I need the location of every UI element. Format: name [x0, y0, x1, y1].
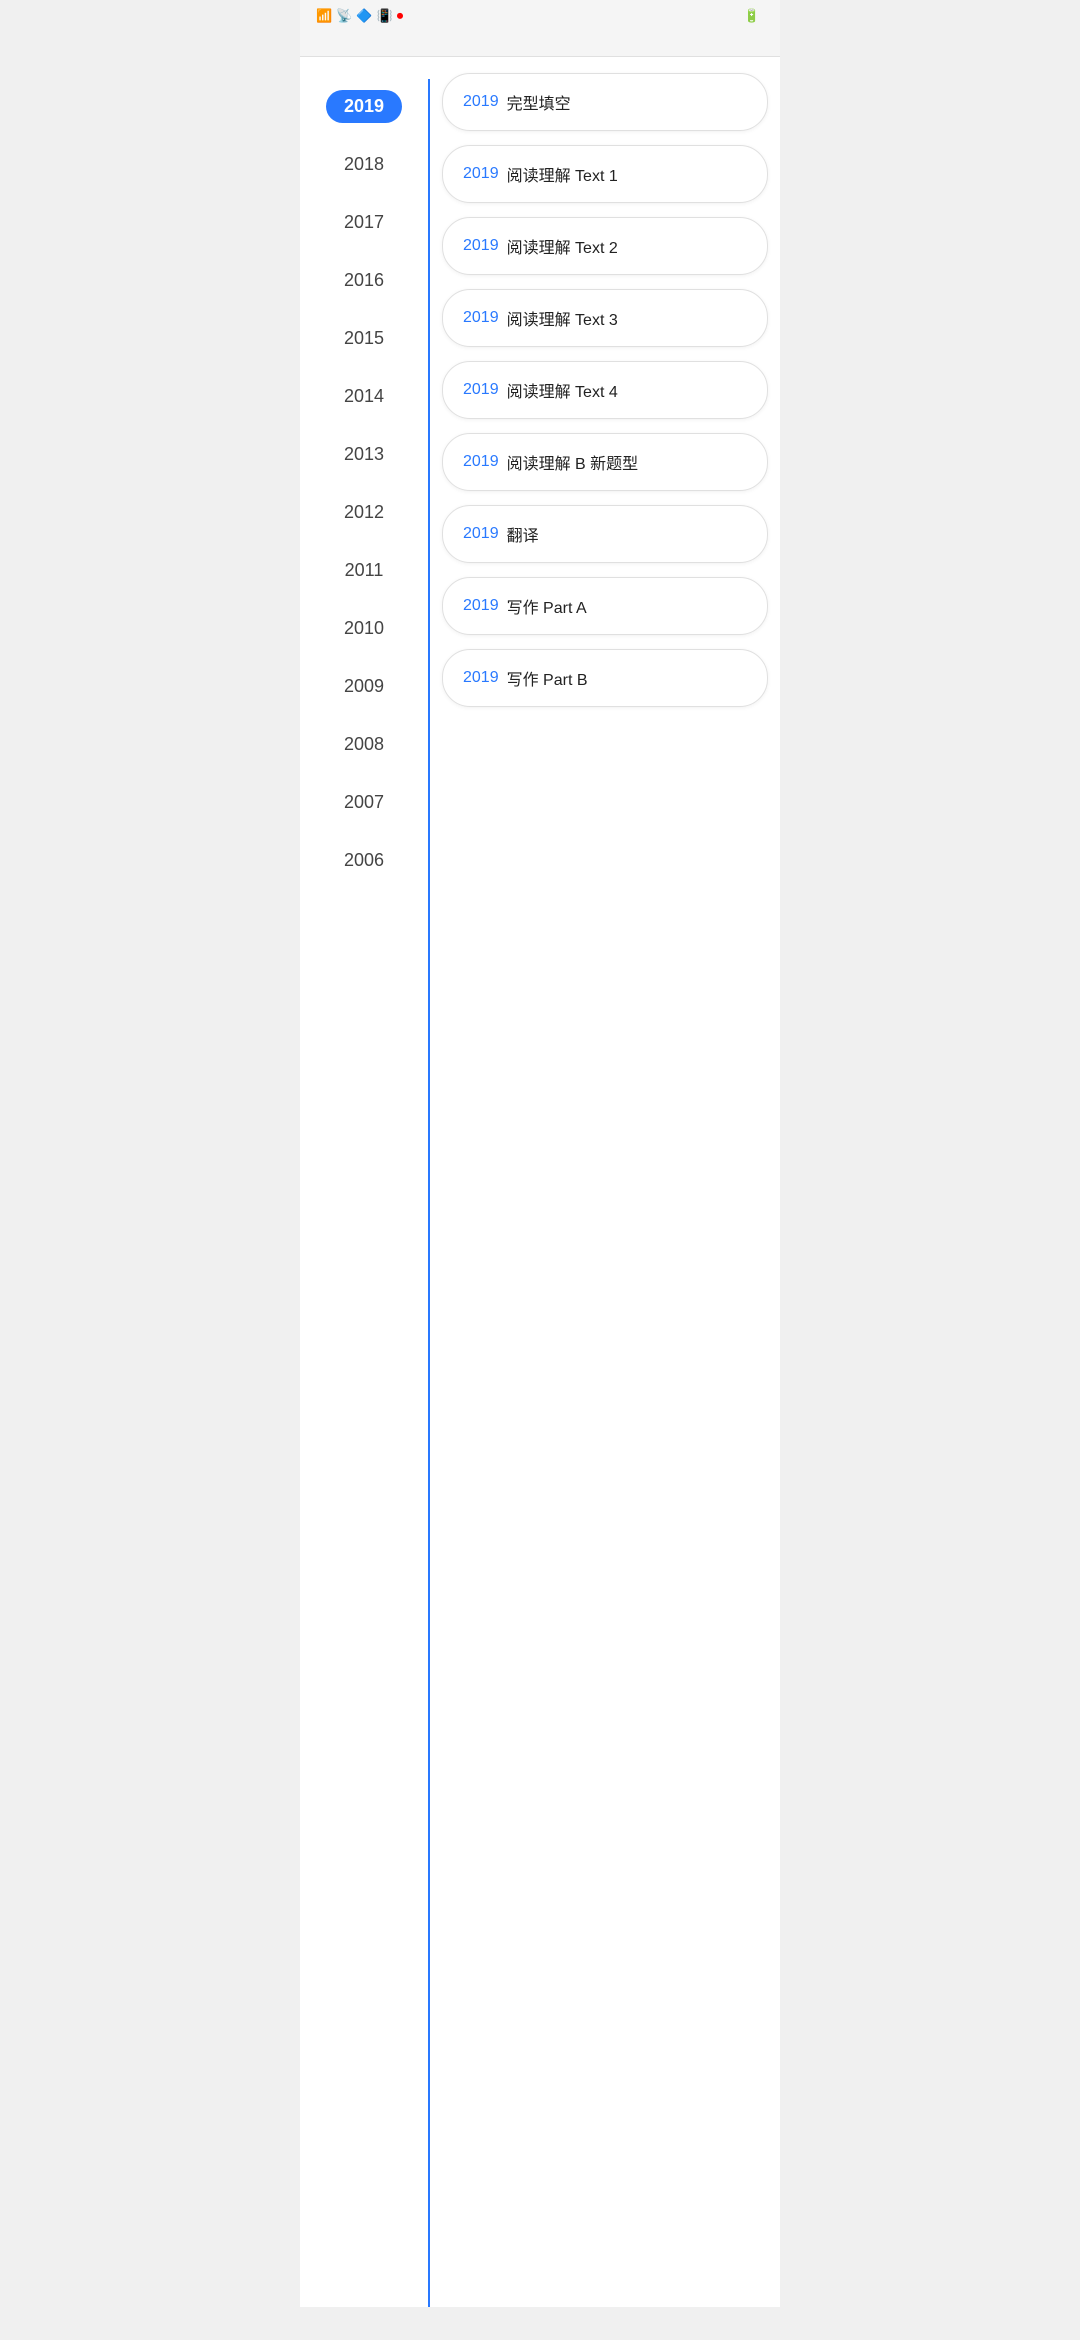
- topic-name-1: 阅读理解 Text 1: [507, 162, 618, 186]
- year-item-2011[interactable]: 2011: [300, 541, 428, 599]
- year-item-2013[interactable]: 2013: [300, 425, 428, 483]
- year-label-2009: 2009: [344, 676, 384, 697]
- year-item-2008[interactable]: 2008: [300, 715, 428, 773]
- topic-button-6[interactable]: 2019 翻译: [442, 505, 768, 563]
- record-icon: ⏺: [397, 8, 404, 24]
- year-item-2007[interactable]: 2007: [300, 773, 428, 831]
- year-item-2018[interactable]: 2018: [300, 135, 428, 193]
- topic-name-7: 写作 Part A: [507, 594, 587, 618]
- topic-year-4: 2019: [463, 381, 499, 399]
- topic-name-4: 阅读理解 Text 4: [507, 378, 618, 402]
- year-item-2017[interactable]: 2017: [300, 193, 428, 251]
- year-label-2010: 2010: [344, 618, 384, 639]
- year-label-2012: 2012: [344, 502, 384, 523]
- topic-year-0: 2019: [463, 93, 499, 111]
- year-label-2014: 2014: [344, 386, 384, 407]
- year-label-2008: 2008: [344, 734, 384, 755]
- year-label-2007: 2007: [344, 792, 384, 813]
- topic-year-2: 2019: [463, 237, 499, 255]
- header: [300, 32, 780, 57]
- topic-year-8: 2019: [463, 669, 499, 687]
- year-item-2006[interactable]: 2006: [300, 831, 428, 889]
- year-label-2013: 2013: [344, 444, 384, 465]
- year-item-2012[interactable]: 2012: [300, 483, 428, 541]
- sim-icon: 📶: [316, 8, 332, 24]
- years-column: 2019 2018 2017 2016 2015 2014 2013 2012 2011 2010…: [300, 57, 428, 2307]
- topic-name-8: 写作 Part B: [507, 666, 588, 690]
- topic-button-3[interactable]: 2019 阅读理解 Text 3: [442, 289, 768, 347]
- wifi-icon: 📡: [336, 8, 352, 24]
- year-item-2019[interactable]: 2019: [300, 77, 428, 135]
- topic-button-5[interactable]: 2019 阅读理解 B 新题型: [442, 433, 768, 491]
- year-label-2019: 2019: [326, 90, 402, 123]
- battery-icon: 🔋: [744, 8, 760, 24]
- year-label-2011: 2011: [345, 560, 384, 581]
- year-label-2018: 2018: [344, 154, 384, 175]
- topic-button-1[interactable]: 2019 阅读理解 Text 1: [442, 145, 768, 203]
- main-content: 2019 2018 2017 2016 2015 2014 2013 2012 2011 2010…: [300, 57, 780, 2307]
- topic-button-2[interactable]: 2019 阅读理解 Text 2: [442, 217, 768, 275]
- bluetooth-icon: 🔷: [356, 8, 372, 24]
- year-label-2015: 2015: [344, 328, 384, 349]
- topic-year-6: 2019: [463, 525, 499, 543]
- topic-year-7: 2019: [463, 597, 499, 615]
- left-panel: 2019 2018 2017 2016 2015 2014 2013 2012 2011 2010…: [300, 57, 430, 2307]
- vibrate-icon: 📳: [377, 8, 393, 24]
- topic-button-8[interactable]: 2019 写作 Part B: [442, 649, 768, 707]
- topic-button-7[interactable]: 2019 写作 Part A: [442, 577, 768, 635]
- topic-year-5: 2019: [463, 453, 499, 471]
- status-bar: 📶 📡 🔷 📳 ⏺ 🔋: [300, 0, 780, 32]
- topic-button-4[interactable]: 2019 阅读理解 Text 4: [442, 361, 768, 419]
- topic-year-3: 2019: [463, 309, 499, 327]
- status-right: 🔋: [740, 8, 764, 24]
- status-left: 📶 📡 🔷 📳 ⏺: [316, 8, 403, 24]
- year-label-2016: 2016: [344, 270, 384, 291]
- topic-name-2: 阅读理解 Text 2: [507, 234, 618, 258]
- topic-year-1: 2019: [463, 165, 499, 183]
- year-item-2014[interactable]: 2014: [300, 367, 428, 425]
- year-label-2017: 2017: [344, 212, 384, 233]
- year-item-2009[interactable]: 2009: [300, 657, 428, 715]
- topics-panel: 2019完型填空2019阅读理解 Text 12019阅读理解 Text 220…: [430, 57, 780, 2307]
- year-item-2010[interactable]: 2010: [300, 599, 428, 657]
- topic-name-0: 完型填空: [507, 90, 571, 114]
- topic-name-3: 阅读理解 Text 3: [507, 306, 618, 330]
- topic-name-5: 阅读理解 B 新题型: [507, 450, 639, 474]
- year-item-2015[interactable]: 2015: [300, 309, 428, 367]
- topic-button-0[interactable]: 2019 完型填空: [442, 73, 768, 131]
- year-item-2016[interactable]: 2016: [300, 251, 428, 309]
- year-label-2006: 2006: [344, 850, 384, 871]
- topic-name-6: 翻译: [507, 522, 539, 546]
